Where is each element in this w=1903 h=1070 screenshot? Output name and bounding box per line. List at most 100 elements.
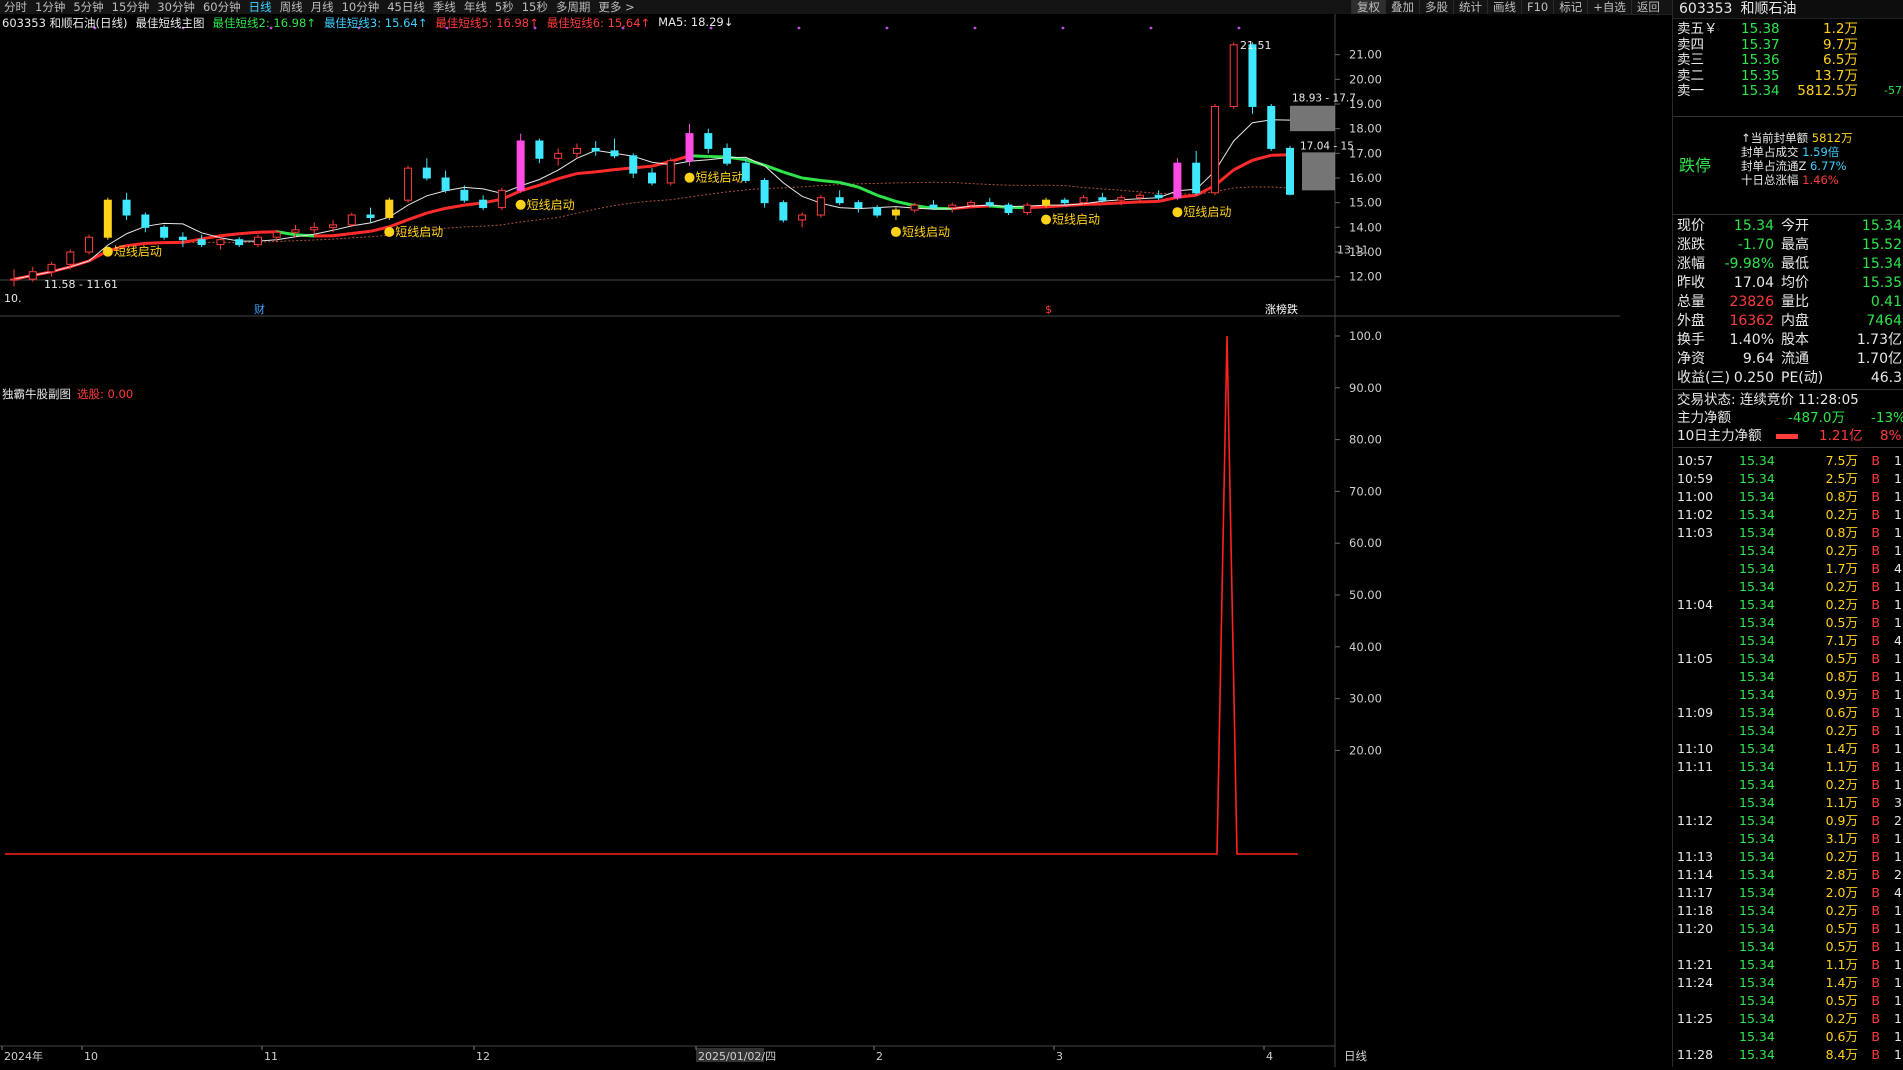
tick-row[interactable]: 15.340.6万B1 (1673, 1028, 1903, 1046)
tick-row[interactable]: 15.341.7万B4 (1673, 560, 1903, 578)
quote-row: 现价15.34今开15.34 (1673, 217, 1903, 235)
period-tab[interactable]: 15秒 (518, 0, 552, 14)
tick-row[interactable]: 11:1715.342.0万B4 (1673, 884, 1903, 902)
quote-key: 涨幅 (1677, 255, 1705, 273)
indicator-panel-name[interactable]: 独霸牛股副图 (2, 386, 71, 400)
tick-count: 1 (1894, 524, 1902, 542)
tool-button[interactable]: 画线 (1487, 0, 1521, 14)
tick-row[interactable]: 15.340.2万B1 (1673, 578, 1903, 596)
candle-body (254, 237, 261, 244)
kline-chart-area[interactable]: 21.0020.0019.0018.0017.0016.0015.0014.00… (0, 14, 1620, 1067)
quote-value: 1.40% (1730, 331, 1774, 349)
tick-side: B (1871, 920, 1880, 938)
period-tab[interactable]: 周线 (276, 0, 307, 14)
tick-row[interactable]: 15.340.2万B1 (1673, 542, 1903, 560)
tick-row[interactable]: 11:2415.341.4万B1 (1673, 974, 1903, 992)
tool-button[interactable]: 复权 (1351, 0, 1385, 14)
candle-body (780, 203, 787, 220)
tick-row[interactable]: 11:0415.340.2万B1 (1673, 596, 1903, 614)
tick-side: B (1871, 560, 1880, 578)
period-tab[interactable]: 更多 > (594, 0, 638, 14)
tick-row[interactable]: 15.340.8万B1 (1673, 668, 1903, 686)
quote-key: 总量 (1677, 293, 1705, 311)
period-tab[interactable]: 日线 (245, 0, 276, 14)
tool-button[interactable]: 标记 (1553, 0, 1587, 14)
tick-row[interactable]: 11:1315.340.2万B1 (1673, 848, 1903, 866)
tool-button[interactable]: 叠加 (1385, 0, 1419, 14)
current-price-label: 13.11 (1337, 243, 1369, 256)
tick-row[interactable]: 11:2815.348.4万B1 (1673, 1046, 1903, 1064)
tool-button[interactable]: 返回 (1631, 0, 1665, 14)
period-tab[interactable]: 季线 (429, 0, 460, 14)
low-marker-label: 10. (4, 292, 22, 305)
period-tab[interactable]: 15分钟 (108, 0, 154, 14)
period-tab[interactable]: 1分钟 (31, 0, 69, 14)
tick-row[interactable]: 11:0015.340.8万B1 (1673, 488, 1903, 506)
tick-row[interactable]: 11:2015.340.5万B1 (1673, 920, 1903, 938)
price-tick-label: 20.00 (1349, 72, 1382, 86)
tick-volume: 0.2万 (1826, 722, 1858, 740)
tick-volume: 1.1万 (1826, 956, 1858, 974)
trend-line-segment (220, 234, 239, 236)
kline-svg[interactable]: 21.0020.0019.0018.0017.0016.0015.0014.00… (0, 14, 1620, 1067)
tick-volume: 0.5万 (1826, 992, 1858, 1010)
tick-row[interactable]: 15.340.5万B1 (1673, 992, 1903, 1010)
tick-row[interactable]: 11:1215.340.9万B2 (1673, 812, 1903, 830)
period-tab[interactable]: 30分钟 (153, 0, 199, 14)
candle-body (874, 208, 881, 215)
period-tab[interactable]: 分时 (0, 0, 31, 14)
tick-side: B (1871, 578, 1880, 596)
period-tab[interactable]: 5秒 (491, 0, 518, 14)
tick-row[interactable]: 11:1015.341.4万B1 (1673, 740, 1903, 758)
candle-body (1211, 106, 1218, 192)
signal-label: 短线启动 (1183, 205, 1231, 219)
candle-body (311, 227, 318, 229)
tick-row[interactable]: 11:1815.340.2万B1 (1673, 902, 1903, 920)
quote-value: 9.64 (1743, 350, 1774, 368)
tick-row[interactable]: 11:2115.341.1万B1 (1673, 956, 1903, 974)
indicator-tick-label: 50.00 (1349, 588, 1382, 602)
tick-row[interactable]: 11:0915.340.6万B1 (1673, 704, 1903, 722)
tick-row[interactable]: 11:1415.342.8万B2 (1673, 866, 1903, 884)
indicator-name[interactable]: 最佳短线主图 (136, 15, 205, 31)
tick-price: 15.34 (1739, 902, 1775, 920)
signal-label: 短线启动 (527, 198, 575, 212)
marker-dot (974, 27, 977, 30)
tick-time: 10:59 (1677, 470, 1713, 488)
tick-price: 15.34 (1739, 794, 1775, 812)
period-tab[interactable]: 月线 (307, 0, 338, 14)
tool-button[interactable]: 统计 (1453, 0, 1487, 14)
tick-row[interactable]: 15.340.5万B1 (1673, 614, 1903, 632)
tick-row[interactable]: 15.341.1万B3 (1673, 794, 1903, 812)
tick-row[interactable]: 11:0515.340.5万B1 (1673, 650, 1903, 668)
tick-row[interactable]: 10:5915.342.5万B1 (1673, 470, 1903, 488)
tick-row[interactable]: 15.340.9万B1 (1673, 686, 1903, 704)
ask-row[interactable]: 卖一15.345812.5万-57 (1673, 82, 1903, 100)
indicator-tick-label: 30.00 (1349, 692, 1382, 706)
period-tab[interactable]: 多周期 (552, 0, 595, 14)
tick-row[interactable]: 15.340.2万B1 (1673, 722, 1903, 740)
marker-dot (1238, 27, 1241, 30)
period-tab[interactable]: 年线 (460, 0, 491, 14)
period-tab[interactable]: 60分钟 (199, 0, 245, 14)
candle-body (649, 173, 656, 183)
period-tab[interactable]: 10分钟 (338, 0, 384, 14)
tick-row[interactable]: 11:2515.340.2万B1 (1673, 1010, 1903, 1028)
price-box-lower (1302, 152, 1335, 190)
tool-button[interactable]: 多股 (1419, 0, 1453, 14)
tick-row[interactable]: 10:5715.347.5万B1 (1673, 452, 1903, 470)
period-tab[interactable]: 45日线 (383, 0, 429, 14)
tick-row[interactable]: 15.340.2万B1 (1673, 776, 1903, 794)
tick-row[interactable]: 11:0315.340.8万B1 (1673, 524, 1903, 542)
tick-row[interactable]: 15.347.1万B4 (1673, 632, 1903, 650)
tick-row[interactable]: 11:1115.341.1万B1 (1673, 758, 1903, 776)
period-tab[interactable]: 5分钟 (69, 0, 107, 14)
candle-body (742, 163, 749, 180)
tick-row[interactable]: 15.340.5万B1 (1673, 938, 1903, 956)
tick-row[interactable]: 11:0215.340.2万B1 (1673, 506, 1903, 524)
limit-value: 1.59倍 (1799, 145, 1840, 159)
tool-button[interactable]: +自选 (1587, 0, 1631, 14)
tick-row[interactable]: 15.343.1万B1 (1673, 830, 1903, 848)
quote-key: 换手 (1677, 331, 1705, 349)
tool-button[interactable]: F10 (1521, 0, 1553, 14)
